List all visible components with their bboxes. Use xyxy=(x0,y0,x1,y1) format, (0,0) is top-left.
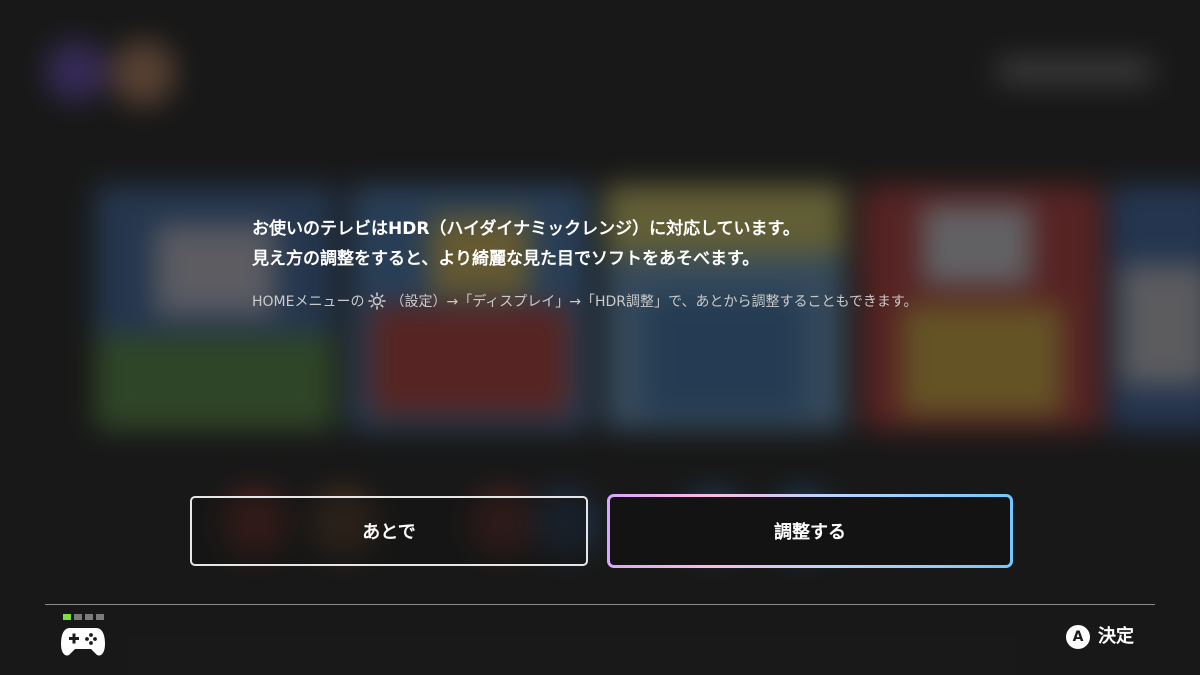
player-1-dot xyxy=(63,614,71,620)
settings-gear-icon xyxy=(368,292,387,310)
later-button[interactable]: あとで xyxy=(190,496,588,566)
settings-hint: HOMEメニューの （設定）→「ディスプレイ」→「HDR調整」で、あとから調整す… xyxy=(252,291,917,311)
player-3-dot xyxy=(85,614,93,620)
adjust-button-label: 調整する xyxy=(774,522,846,543)
message-line-2: 見え方の調整をすると、より綺麗な見た目でソフトをあそべます。 xyxy=(252,249,760,269)
player-2-dot xyxy=(74,614,82,620)
hdr-message: お使いのテレビはHDR（ハイダイナミックレンジ）に対応しています。 見え方の調整… xyxy=(252,214,1072,274)
adjust-button[interactable]: 調整する xyxy=(607,494,1013,568)
footer-divider xyxy=(45,604,1155,605)
message-line-1: お使いのテレビはHDR（ハイダイナミックレンジ）に対応しています。 xyxy=(252,219,800,239)
confirm-label[interactable]: 決定 xyxy=(1098,625,1134,649)
hint-text-before: HOMEメニューの xyxy=(252,294,365,310)
hint-text-after: （設定）→「ディスプレイ」→「HDR調整」で、あとから調整することもできます。 xyxy=(390,294,918,310)
player-4-dot xyxy=(96,614,104,620)
player-indicator xyxy=(63,614,104,620)
controller-icon xyxy=(60,624,106,658)
dim-overlay xyxy=(0,0,1200,675)
a-button-icon: A xyxy=(1066,625,1090,649)
later-button-label: あとで xyxy=(362,522,416,543)
